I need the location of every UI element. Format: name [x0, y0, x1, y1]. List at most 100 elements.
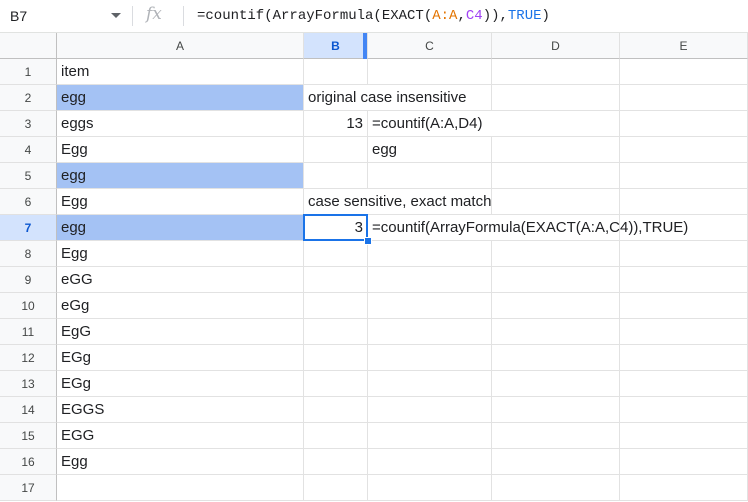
- column-header-b[interactable]: B: [304, 33, 368, 59]
- cell-b5[interactable]: [304, 163, 368, 189]
- cell-a12[interactable]: EGg: [57, 345, 304, 371]
- row-header-9[interactable]: 9: [0, 267, 57, 293]
- cell-b10[interactable]: [304, 293, 368, 319]
- column-header-d[interactable]: D: [492, 33, 620, 59]
- cell-a9[interactable]: eGG: [57, 267, 304, 293]
- cell-b8[interactable]: [304, 241, 368, 267]
- cell-c10[interactable]: [368, 293, 492, 319]
- cell-a14[interactable]: EGGS: [57, 397, 304, 423]
- cell-b11[interactable]: [304, 319, 368, 345]
- column-header-c[interactable]: C: [368, 33, 492, 59]
- row-header-10[interactable]: 10: [0, 293, 57, 319]
- row-header-6[interactable]: 6: [0, 189, 57, 215]
- chevron-down-icon[interactable]: [111, 13, 121, 18]
- cell-d3[interactable]: [492, 111, 620, 137]
- cell-c4[interactable]: egg: [368, 137, 492, 163]
- cell-b6[interactable]: case sensitive, exact match: [304, 189, 491, 215]
- row-header-4[interactable]: 4: [0, 137, 57, 163]
- cell-d17[interactable]: [492, 475, 620, 501]
- cell-d8[interactable]: [492, 241, 620, 267]
- cell-e12[interactable]: [620, 345, 748, 371]
- cell-c9[interactable]: [368, 267, 492, 293]
- cell-a16[interactable]: Egg: [57, 449, 304, 475]
- cell-d2[interactable]: [492, 85, 620, 111]
- cell-e10[interactable]: [620, 293, 748, 319]
- cell-e17[interactable]: [620, 475, 748, 501]
- row-header-7[interactable]: 7: [0, 215, 57, 241]
- cell-b13[interactable]: [304, 371, 368, 397]
- formula-input[interactable]: =countif(ArrayFormula(EXACT(A:A,C4)),TRU…: [197, 8, 550, 24]
- cell-d16[interactable]: [492, 449, 620, 475]
- cell-c5[interactable]: [368, 163, 492, 189]
- cell-b9[interactable]: [304, 267, 368, 293]
- cell-c11[interactable]: [368, 319, 492, 345]
- cell-d1[interactable]: [492, 59, 620, 85]
- cell-e15[interactable]: [620, 423, 748, 449]
- name-box[interactable]: B7: [0, 0, 132, 32]
- cell-b12[interactable]: [304, 345, 368, 371]
- cell-e2[interactable]: [620, 85, 748, 111]
- cell-a2[interactable]: egg: [57, 85, 304, 111]
- cell-a7[interactable]: egg: [57, 215, 304, 241]
- cell-a17[interactable]: [57, 475, 304, 501]
- cell-d5[interactable]: [492, 163, 620, 189]
- cell-d12[interactable]: [492, 345, 620, 371]
- cell-c8[interactable]: [368, 241, 492, 267]
- row-header-1[interactable]: 1: [0, 59, 57, 85]
- cell-e9[interactable]: [620, 267, 748, 293]
- cell-c7[interactable]: =countif(ArrayFormula(EXACT(A:A,C4)),TRU…: [368, 215, 688, 241]
- row-header-17[interactable]: 17: [0, 475, 57, 501]
- cell-b7[interactable]: 3: [304, 215, 368, 241]
- column-header-e[interactable]: E: [620, 33, 748, 59]
- cell-a13[interactable]: EGg: [57, 371, 304, 397]
- cell-a10[interactable]: eGg: [57, 293, 304, 319]
- cell-c17[interactable]: [368, 475, 492, 501]
- cell-d14[interactable]: [492, 397, 620, 423]
- cell-a3[interactable]: eggs: [57, 111, 304, 137]
- cell-e1[interactable]: [620, 59, 748, 85]
- row-header-11[interactable]: 11: [0, 319, 57, 345]
- cell-d10[interactable]: [492, 293, 620, 319]
- cell-d11[interactable]: [492, 319, 620, 345]
- cell-e6[interactable]: [620, 189, 748, 215]
- cell-b3[interactable]: 13: [304, 111, 368, 137]
- cell-c13[interactable]: [368, 371, 492, 397]
- cell-c3[interactable]: =countif(A:A,D4): [368, 111, 492, 137]
- cell-d9[interactable]: [492, 267, 620, 293]
- cell-e5[interactable]: [620, 163, 748, 189]
- cell-a1[interactable]: item: [57, 59, 304, 85]
- row-header-12[interactable]: 12: [0, 345, 57, 371]
- cell-e4[interactable]: [620, 137, 748, 163]
- cell-c16[interactable]: [368, 449, 492, 475]
- cell-c12[interactable]: [368, 345, 492, 371]
- row-header-3[interactable]: 3: [0, 111, 57, 137]
- cell-c15[interactable]: [368, 423, 492, 449]
- cell-c1[interactable]: [368, 59, 492, 85]
- row-header-5[interactable]: 5: [0, 163, 57, 189]
- cell-d13[interactable]: [492, 371, 620, 397]
- cell-a8[interactable]: Egg: [57, 241, 304, 267]
- cell-a5[interactable]: egg: [57, 163, 304, 189]
- cell-d15[interactable]: [492, 423, 620, 449]
- fill-handle[interactable]: [364, 237, 372, 245]
- cell-a11[interactable]: EgG: [57, 319, 304, 345]
- row-header-14[interactable]: 14: [0, 397, 57, 423]
- cell-e11[interactable]: [620, 319, 748, 345]
- row-header-2[interactable]: 2: [0, 85, 57, 111]
- cell-e16[interactable]: [620, 449, 748, 475]
- cell-c14[interactable]: [368, 397, 492, 423]
- cell-b15[interactable]: [304, 423, 368, 449]
- row-header-16[interactable]: 16: [0, 449, 57, 475]
- cell-e3[interactable]: [620, 111, 748, 137]
- cell-b1[interactable]: [304, 59, 368, 85]
- cell-e14[interactable]: [620, 397, 748, 423]
- select-all-corner[interactable]: [0, 33, 57, 59]
- column-resize-handle[interactable]: [363, 33, 367, 59]
- cell-d6[interactable]: [492, 189, 620, 215]
- cell-e8[interactable]: [620, 241, 748, 267]
- cell-b16[interactable]: [304, 449, 368, 475]
- column-header-a[interactable]: A: [57, 33, 304, 59]
- cell-b4[interactable]: [304, 137, 368, 163]
- cell-a4[interactable]: Egg: [57, 137, 304, 163]
- cell-a6[interactable]: Egg: [57, 189, 304, 215]
